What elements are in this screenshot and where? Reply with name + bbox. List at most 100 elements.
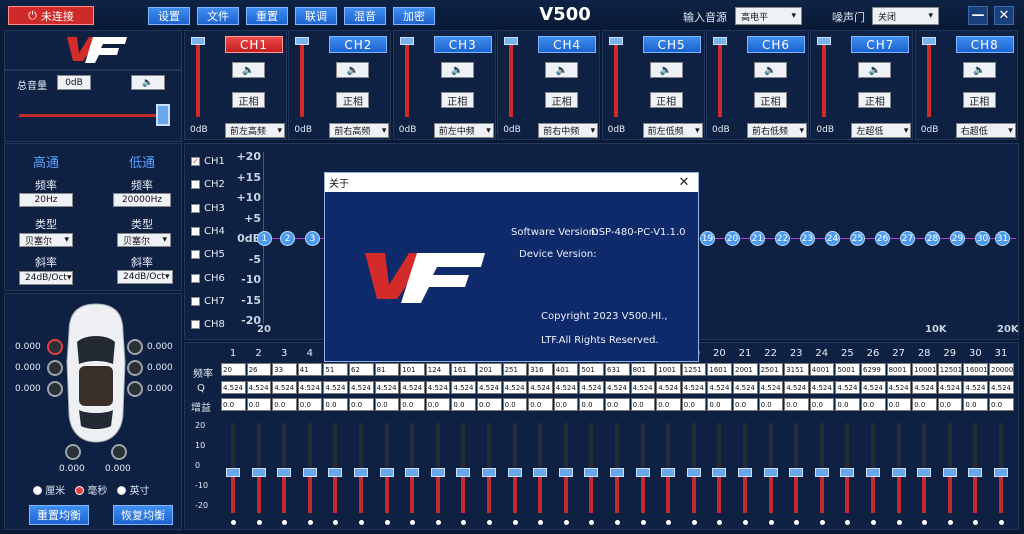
eq-node-handle[interactable]: 24 (825, 231, 840, 246)
band-q-input[interactable]: 4.524 (297, 381, 323, 394)
band-freq-input[interactable]: 4001 (809, 363, 835, 376)
band-freq-input[interactable]: 401 (553, 363, 579, 376)
graph-channel-checkbox[interactable]: CH8 (191, 313, 225, 336)
band-link-dot[interactable] (359, 520, 364, 525)
band-fader-knob[interactable] (840, 468, 855, 477)
channel-mute-button[interactable]: 🔈 (858, 62, 892, 78)
band-gain-fader[interactable] (251, 423, 266, 513)
band-link-dot[interactable] (666, 520, 672, 525)
band-gain-input[interactable]: 0.0 (758, 398, 784, 411)
channel-phase-button[interactable]: 正相 (962, 92, 996, 108)
minimize-button[interactable]: — (968, 6, 988, 25)
band-fader-knob[interactable] (917, 468, 932, 477)
speaker-icon[interactable] (127, 381, 143, 397)
unit-ms-option[interactable]: 毫秒 (75, 482, 107, 497)
band-gain-fader[interactable] (405, 423, 420, 513)
menu-settings[interactable]: 设置 (148, 7, 190, 25)
band-link-dot[interactable] (691, 520, 697, 525)
band-gain-input[interactable]: 0.0 (374, 398, 400, 411)
band-q-input[interactable]: 4.524 (937, 381, 963, 394)
band-link-dot[interactable] (819, 520, 825, 525)
band-freq-input[interactable]: 16001 (963, 363, 988, 376)
channel-select-button[interactable]: CH5 (642, 36, 701, 53)
band-fader-knob[interactable] (968, 468, 983, 477)
band-link-dot[interactable] (922, 520, 928, 525)
speaker-icon[interactable] (127, 360, 143, 376)
eq-node-handle[interactable]: 2 (280, 231, 295, 246)
channel-fader[interactable] (399, 35, 414, 119)
band-link-dot[interactable] (461, 520, 467, 525)
channel-mute-button[interactable]: 🔈 (440, 62, 474, 78)
band-gain-input[interactable]: 0.0 (681, 398, 707, 411)
band-fader-knob[interactable] (994, 468, 1008, 477)
band-q-input[interactable]: 4.524 (553, 381, 579, 394)
band-link-dot[interactable] (845, 520, 851, 525)
band-link-dot[interactable] (563, 520, 569, 525)
band-link-dot[interactable] (794, 520, 800, 525)
band-link-dot[interactable] (947, 520, 953, 525)
band-freq-input[interactable]: 801 (630, 363, 656, 376)
band-gain-fader[interactable] (507, 423, 522, 513)
band-q-input[interactable]: 4.524 (656, 381, 681, 394)
band-gain-input[interactable]: 0.0 (323, 398, 348, 411)
band-link-dot[interactable] (871, 520, 876, 525)
band-fader-knob[interactable] (405, 468, 420, 477)
band-gain-input[interactable]: 0.0 (886, 398, 912, 411)
eq-node-handle[interactable]: 26 (875, 231, 890, 246)
band-link-dot[interactable] (384, 520, 390, 525)
band-q-input[interactable]: 4.524 (502, 381, 528, 394)
band-link-dot[interactable] (615, 520, 620, 525)
band-fader-knob[interactable] (354, 468, 368, 477)
graph-channel-checkbox[interactable]: CH6 (191, 266, 225, 289)
band-q-input[interactable]: 4.524 (221, 381, 246, 394)
band-fader-knob[interactable] (558, 468, 573, 477)
band-q-input[interactable]: 4.524 (630, 381, 656, 394)
band-fader-knob[interactable] (251, 468, 266, 477)
band-fader-knob[interactable] (866, 468, 880, 477)
eq-node-handle[interactable]: 30 (975, 231, 990, 246)
channel-select-button[interactable]: CH6 (747, 36, 805, 53)
delay-value-rr[interactable]: 0.000 (147, 384, 173, 394)
band-gain-fader[interactable] (968, 423, 983, 513)
band-link-dot[interactable] (256, 520, 262, 525)
eq-node-handle[interactable]: 19 (700, 231, 715, 246)
master-mute-button[interactable]: 🔈 (131, 75, 165, 90)
band-q-input[interactable]: 4.524 (681, 381, 707, 394)
channel-fader-knob[interactable] (399, 37, 414, 45)
band-fader-knob[interactable] (635, 468, 650, 477)
menu-reset[interactable]: 重置 (246, 7, 288, 25)
input-source-select[interactable]: 高电平 ▾ (735, 7, 802, 25)
band-freq-input[interactable]: 124 (425, 363, 451, 376)
band-fader-knob[interactable] (507, 468, 522, 477)
channel-mute-button[interactable]: 🔈 (649, 62, 683, 78)
band-freq-input[interactable]: 1601 (707, 363, 732, 376)
channel-mute-button[interactable]: 🔈 (754, 62, 787, 78)
band-freq-input[interactable]: 201 (477, 363, 502, 376)
band-fader-knob[interactable] (686, 468, 701, 477)
eq-node-handle[interactable]: 22 (775, 231, 790, 246)
band-q-input[interactable]: 4.524 (425, 381, 451, 394)
band-gain-fader[interactable] (738, 423, 752, 513)
band-gain-input[interactable]: 0.0 (297, 398, 323, 411)
channel-fader[interactable] (295, 35, 310, 119)
highpass-slope-select[interactable]: 24dB/Oct ▾ (19, 271, 73, 285)
band-freq-input[interactable]: 316 (528, 363, 553, 376)
menu-mix[interactable]: 混音 (344, 7, 386, 25)
menu-encrypt[interactable]: 加密 (393, 7, 435, 25)
band-q-input[interactable]: 4.524 (528, 381, 553, 394)
unit-inch-option[interactable]: 英寸 (117, 482, 150, 497)
channel-mute-button[interactable]: 🔈 (545, 62, 579, 78)
channel-fader[interactable] (504, 35, 519, 119)
band-fader-knob[interactable] (891, 468, 906, 477)
band-gain-fader[interactable] (763, 423, 778, 513)
delay-value-rl[interactable]: 0.000 (15, 384, 41, 394)
speaker-icon[interactable] (47, 360, 63, 376)
band-freq-input[interactable]: 41 (297, 363, 323, 376)
channel-fader[interactable] (608, 35, 623, 119)
band-gain-input[interactable]: 0.0 (912, 398, 937, 411)
band-gain-fader[interactable] (635, 423, 650, 513)
band-freq-input[interactable]: 62 (349, 363, 374, 376)
channel-fader[interactable] (921, 35, 936, 119)
channel-phase-button[interactable]: 正相 (440, 92, 474, 108)
band-gain-fader[interactable] (354, 423, 368, 513)
